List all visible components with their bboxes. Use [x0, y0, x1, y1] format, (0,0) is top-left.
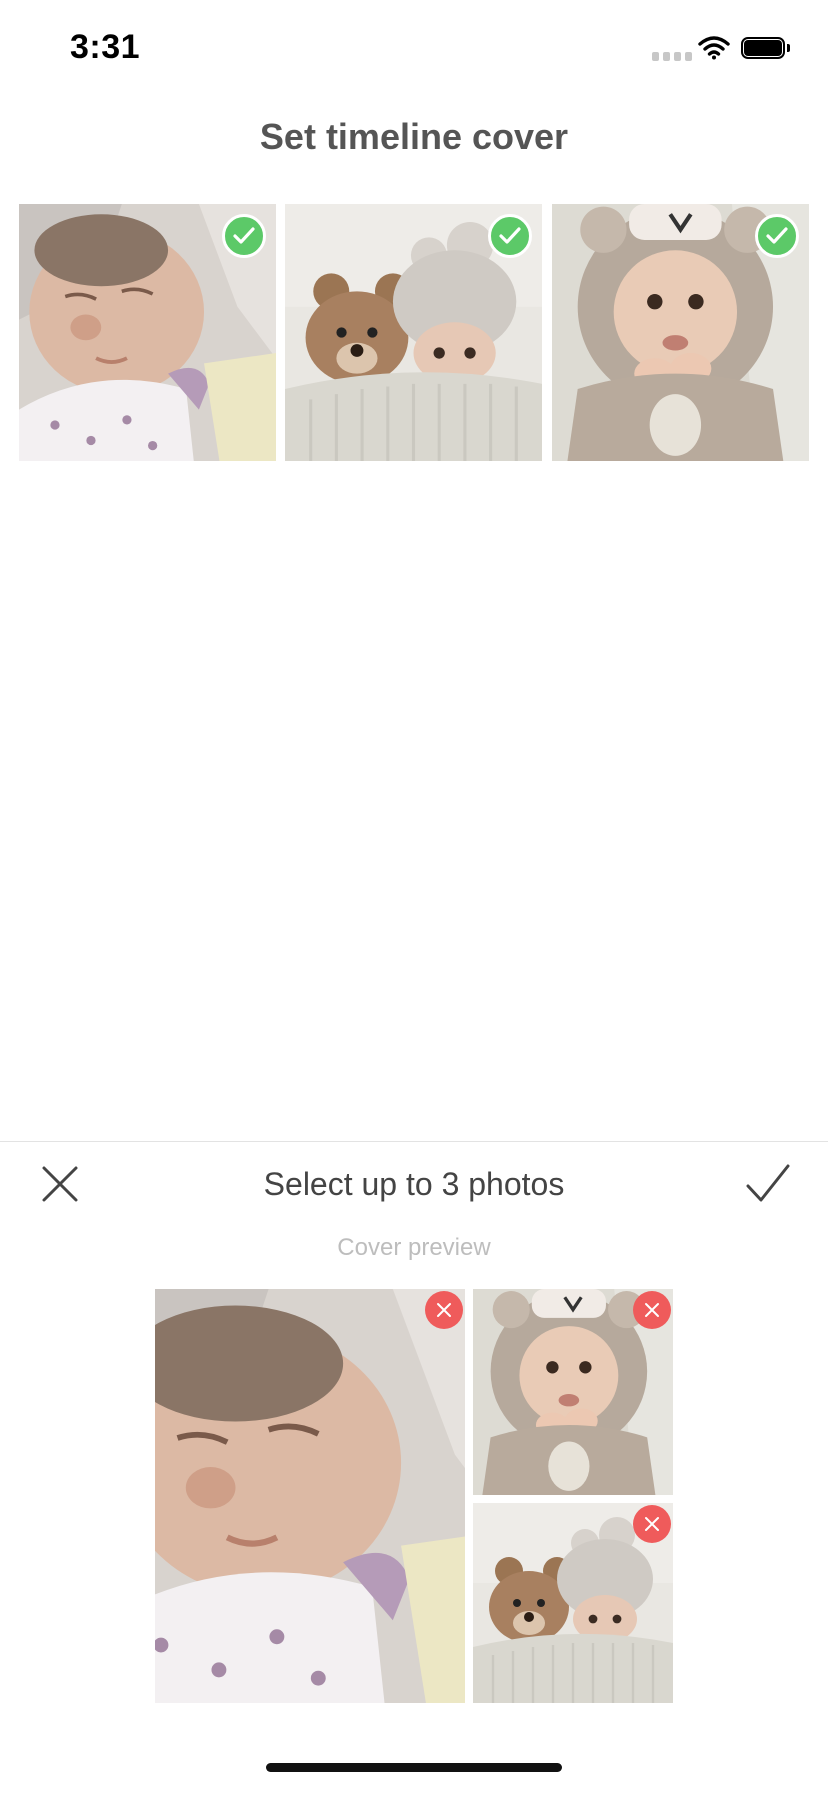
preview-photo-top-right [473, 1289, 673, 1495]
close-icon [645, 1303, 659, 1317]
selection-panel: Select up to 3 photos Cover preview [0, 1141, 828, 1793]
selected-check-icon[interactable] [755, 214, 799, 258]
checkmark-icon [746, 1164, 790, 1202]
confirm-button[interactable] [744, 1162, 792, 1206]
remove-photo-button[interactable] [633, 1505, 671, 1543]
remove-photo-button[interactable] [425, 1291, 463, 1329]
photo-tile-3[interactable] [552, 204, 809, 461]
preview-photo-bottom-right [473, 1503, 673, 1703]
battery-icon [741, 37, 791, 61]
preview-photo-large [155, 1289, 465, 1703]
cover-preview-label: Cover preview [337, 1234, 491, 1261]
remove-photo-button[interactable] [633, 1291, 671, 1329]
selected-check-icon[interactable] [222, 214, 266, 258]
photo-tile-1[interactable] [19, 204, 276, 461]
home-indicator[interactable] [266, 1763, 562, 1772]
selected-check-icon[interactable] [488, 214, 532, 258]
close-icon [645, 1517, 659, 1531]
panel-title: Select up to 3 photos [263, 1166, 565, 1202]
photo-grid [19, 204, 809, 461]
close-icon [437, 1303, 451, 1317]
cover-preview [155, 1289, 673, 1703]
status-time: 3:31 [70, 28, 141, 66]
page-title: Set timeline cover [259, 116, 569, 157]
photo-sleeping-newborn [155, 1289, 465, 1703]
cellular-signal-icon [652, 52, 692, 61]
wifi-icon [698, 36, 730, 65]
status-bar: 3:31 [0, 0, 828, 100]
photo-tile-2[interactable] [285, 204, 542, 461]
